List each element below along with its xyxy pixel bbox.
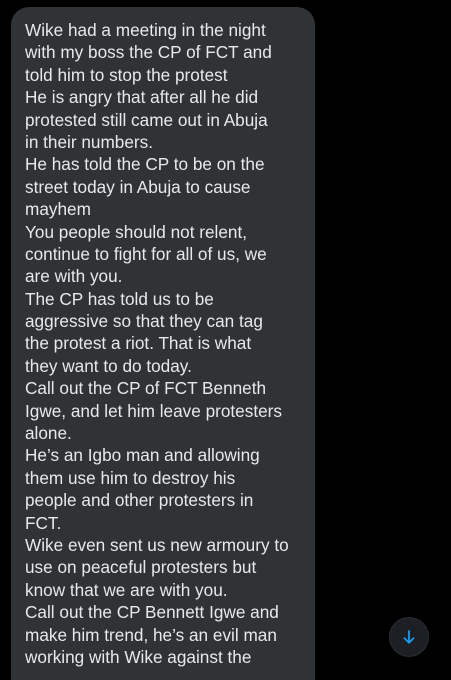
message-line: alone. [25,423,72,444]
message-bubble: Wike had a meeting in the night with my … [11,7,315,680]
message-line: the protest a riot. That is what [25,333,252,354]
message-line: He’s an Igbo man and allowing [25,445,260,466]
message-line: Call out the CP of FCT Benneth [25,378,267,399]
message-line: Wike had a meeting in the night [25,20,266,40]
message-text: Wike had a meeting in the night with my … [25,19,305,668]
message-line: You people should not relent, [25,221,248,242]
message-line: in their numbers. [25,131,154,152]
message-line: continue to fight for all of us, we [25,243,267,264]
message-line: them use him to destroy his [25,467,236,488]
message-line: use on peaceful protesters but [25,557,257,578]
message-line: Call out the CP Bennett Igwe and [25,602,279,623]
message-line: mayhem [25,199,91,220]
message-line: are with you. [25,266,123,287]
message-line: He has told the CP to be on the [25,154,265,175]
message-line: He is angry that after all he did [25,87,259,108]
message-line: FCT. [25,512,62,533]
message-line: told him to stop the protest [25,64,228,85]
message-line: street today in Abuja to cause [25,176,251,197]
scroll-to-bottom-button[interactable] [389,617,429,657]
message-line: people and other protesters in [25,490,254,511]
message-line: make him trend, he’s an evil man [25,624,277,645]
message-line: know that we are with you. [25,579,228,600]
message-line: aggressive so that they can tag [25,311,263,332]
message-line: protested still came out in Abuja [25,109,268,130]
message-line: working with Wike against the [25,646,252,667]
message-line: Wike even sent us new armoury to [25,534,289,555]
message-line: with my boss the CP of FCT and [25,42,272,63]
message-line: Igwe, and let him leave protesters [25,400,282,421]
message-line: The CP has told us to be [25,288,214,309]
dm-conversation-screen: Wike had a meeting in the night with my … [0,0,451,680]
message-line: they want to do today. [25,355,192,376]
arrow-down-icon [403,630,415,644]
